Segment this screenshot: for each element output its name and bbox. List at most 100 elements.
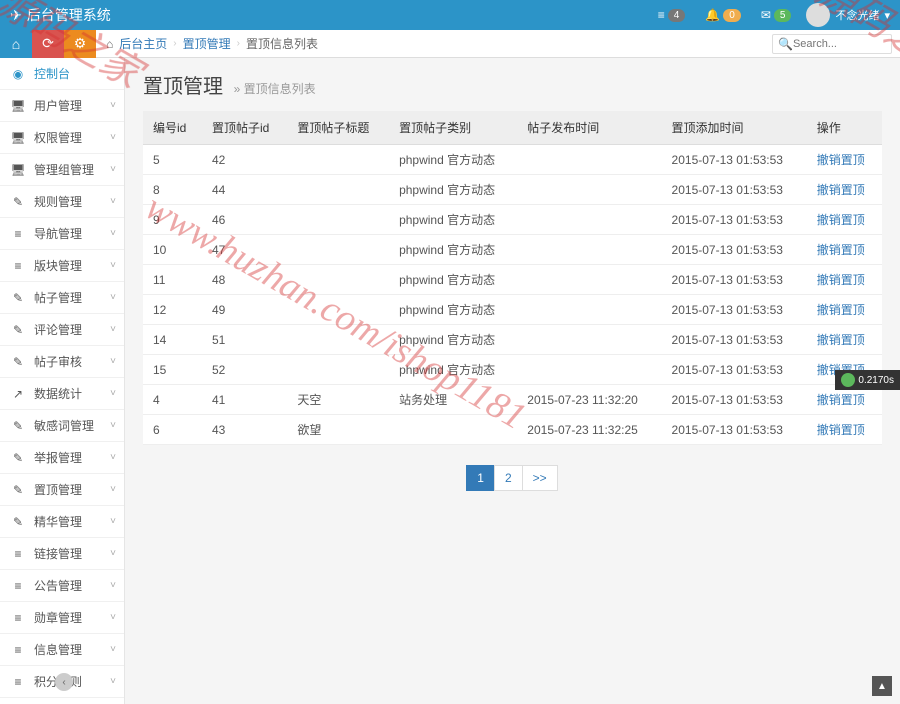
column-header: 置顶添加时间 [662,111,807,145]
menu-icon: ✎ [10,291,26,305]
revoke-link[interactable]: 撤销置顶 [817,183,865,197]
menu-label: 帖子审核 [34,353,82,370]
sidebar-item[interactable]: ✎敏感词管理˅ [0,410,124,442]
menu-label: 链接管理 [34,545,82,562]
menu-label: 信息管理 [34,641,82,658]
avatar[interactable] [806,3,830,27]
sidebar-item[interactable]: ◉控制台 [0,58,124,90]
column-header: 置顶帖子类别 [389,111,517,145]
sidebar-item[interactable]: ≡广告规则˅ [0,698,124,704]
user-name[interactable]: 不念光绪 [835,7,879,23]
menu-label: 导航管理 [34,225,82,242]
revoke-link[interactable]: 撤销置顶 [817,423,865,437]
mail-button[interactable]: ✉ 5 [751,0,802,30]
sidebar-item[interactable]: ≡ 链接管理 ˅ [0,538,124,570]
menu-icon: 🖥 [10,131,26,145]
revoke-link[interactable]: 撤销置顶 [817,153,865,167]
menu-icon: 🖥 [10,163,26,177]
sidebar-item[interactable]: 🖥用户管理˅ [0,90,124,122]
search-box[interactable]: 🔍 [772,34,892,54]
menu-label: 版块管理 [34,257,82,274]
menu-icon: ↗ [10,387,26,401]
menu-label: 精华管理 [34,513,82,530]
header-right: ≡ 4 🔔 0 ✉ 5 不念光绪 ▾ [648,0,890,30]
tool-refresh-button[interactable]: ⟳ [32,30,64,58]
crumb-section[interactable]: 置顶管理 [183,35,231,52]
tasks-button[interactable]: ≡ 4 [648,0,696,30]
menu-label: 评论管理 [34,321,82,338]
sidebar-item[interactable]: ✎规则管理˅ [0,186,124,218]
menu-icon: ≡ [10,579,26,593]
chevron-down-icon: ˅ [110,580,116,591]
chevron-down-icon: ˅ [110,356,116,367]
sidebar-item[interactable]: ✎精华管理˅ [0,506,124,538]
pagination: 12>> [143,465,882,491]
table-row: 844phpwind 官方动态2015-07-13 01:53:53撤销置顶 [143,175,882,205]
sidebar-item[interactable]: ≡勋章管理˅ [0,602,124,634]
menu-label: 勋章管理 [34,609,82,626]
page-button[interactable]: 2 [494,465,523,491]
menu-icon: ✎ [10,195,26,209]
scroll-top-button[interactable]: ▲ [872,676,892,696]
sidebar-item[interactable]: ✎评论管理˅ [0,314,124,346]
user-caret-icon[interactable]: ▾ [884,9,890,22]
menu-icon: ≡ [10,259,26,273]
sidebar-item[interactable]: ≡公告管理˅ [0,570,124,602]
sticky-table: 编号id置顶帖子id置顶帖子标题置顶帖子类别帖子发布时间置顶添加时间操作 542… [143,111,882,445]
revoke-link[interactable]: 撤销置顶 [817,333,865,347]
menu-label: 规则管理 [34,193,82,210]
page-button[interactable]: >> [522,465,558,491]
page-subtitle: » 置顶信息列表 [234,82,316,96]
revoke-link[interactable]: 撤销置顶 [817,243,865,257]
column-header: 编号id [143,111,202,145]
menu-icon: ≡ [10,675,26,689]
crumb-current: 置顶信息列表 [246,35,318,52]
menu-label: 置顶管理 [34,481,82,498]
menu-icon: ≡ [10,547,26,561]
chevron-down-icon: ˅ [110,388,116,399]
revoke-link[interactable]: 撤销置顶 [817,393,865,407]
mail-badge: 5 [774,9,792,22]
notif-button[interactable]: 🔔 0 [695,0,751,30]
revoke-link[interactable]: 撤销置顶 [817,273,865,287]
sidebar-item[interactable]: ✎举报管理˅ [0,442,124,474]
menu-icon: ✎ [10,483,26,497]
tool-settings-button[interactable]: ⚙ [64,30,96,58]
chevron-down-icon: ˅ [110,292,116,303]
tool-home-button[interactable]: ⌂ [0,30,32,58]
chevron-down-icon: ˅ [110,548,116,559]
column-header: 置顶帖子标题 [287,111,389,145]
app-name: 后台管理系统 [27,5,111,25]
sidebar-item[interactable]: ↗数据统计˅ [0,378,124,410]
revoke-link[interactable]: 撤销置顶 [817,303,865,317]
menu-icon: 🖥 [10,99,26,113]
menu-icon: ✎ [10,323,26,337]
revoke-link[interactable]: 撤销置顶 [817,213,865,227]
menu-label: 帖子管理 [34,289,82,306]
sidebar-item[interactable]: ≡信息管理˅ [0,634,124,666]
sidebar-item[interactable]: 🖥管理组管理˅ [0,154,124,186]
table-row: 1047phpwind 官方动态2015-07-13 01:53:53撤销置顶 [143,235,882,265]
sidebar-item[interactable]: ≡导航管理˅ [0,218,124,250]
table-row: 643欲望2015-07-23 11:32:252015-07-13 01:53… [143,415,882,445]
sidebar-toggle-button[interactable]: ‹ [55,673,73,691]
crumb-home[interactable]: 后台主页 [119,35,167,52]
toolbar: ⌂ ⟳ ⚙ ⌂ 后台主页 › 置顶管理 › 置顶信息列表 🔍 [0,30,900,58]
menu-icon: ◉ [10,67,26,81]
menu-label: 管理组管理 [34,161,94,178]
logo: ✈ 后台管理系统 [10,5,111,25]
sidebar-item[interactable]: ✎ 帖子审核 ˅ [0,346,124,378]
table-row: 1451phpwind 官方动态2015-07-13 01:53:53撤销置顶 [143,325,882,355]
table-row: 1148phpwind 官方动态2015-07-13 01:53:53撤销置顶 [143,265,882,295]
menu-icon: ✎ [10,355,26,369]
sidebar-item[interactable]: ✎ 帖子管理 ˅ [0,282,124,314]
menu-icon: ≡ [10,643,26,657]
breadcrumb: ⌂ 后台主页 › 置顶管理 › 置顶信息列表 [106,35,318,52]
column-header: 帖子发布时间 [517,111,661,145]
search-input[interactable] [793,38,883,50]
search-icon: 🔍 [778,37,793,51]
page-button[interactable]: 1 [466,465,495,491]
sidebar-item[interactable]: ≡版块管理˅ [0,250,124,282]
sidebar-item[interactable]: ✎置顶管理˅ [0,474,124,506]
sidebar-item[interactable]: 🖥权限管理˅ [0,122,124,154]
